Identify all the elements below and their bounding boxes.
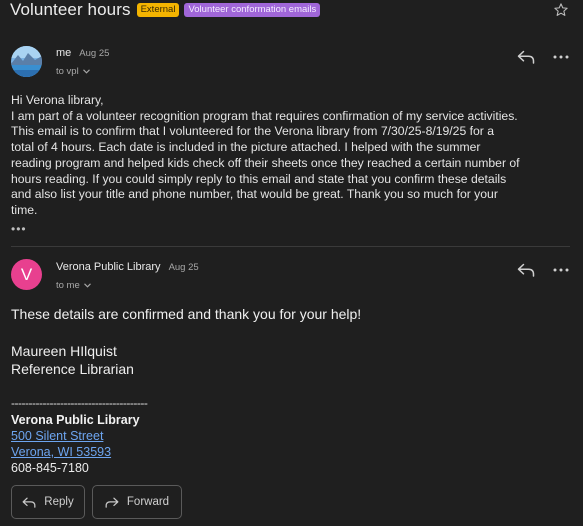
sender-name: me (56, 47, 72, 59)
avatar[interactable] (11, 46, 42, 77)
signature-organization: Verona Public Library (11, 413, 140, 427)
chevron-down-icon (84, 283, 92, 288)
signature-title: Reference Librarian (11, 361, 134, 377)
message-divider (11, 246, 570, 247)
message-body: Hi Verona library, I am part of a volunt… (11, 93, 576, 219)
email-subject: Volunteer hours (10, 0, 131, 19)
message-date: Aug 25 (168, 262, 199, 273)
signature-name: Maureen HIlquist (11, 343, 117, 359)
recipients-toggle[interactable]: to me (56, 280, 92, 291)
signature-divider: --------------------------------------- (11, 396, 148, 410)
label-chip[interactable]: Volunteer conformation emails (184, 3, 321, 17)
greeting: Hi Verona library, (11, 93, 104, 107)
body-line: and also list your title and phone numbe… (11, 187, 498, 202)
recipients-toggle[interactable]: to vpl (56, 66, 91, 77)
reply-icon (22, 497, 36, 508)
chevron-down-icon (83, 69, 91, 74)
body-line: hours reading. If you could simply reply… (11, 171, 507, 186)
star-icon[interactable] (553, 2, 569, 18)
body-line: reading program and helped kids check of… (11, 155, 520, 170)
avatar[interactable]: V (11, 259, 42, 290)
forward-icon (105, 497, 119, 508)
recipients-text: to vpl (56, 66, 79, 77)
forward-button[interactable]: Forward (92, 485, 182, 519)
address-street-link[interactable]: 500 Silent Street (11, 428, 103, 444)
body-line: time. (11, 202, 38, 217)
body-line: This email is to confirm that I voluntee… (11, 124, 495, 139)
sender-line: Verona Public Library Aug 25 (56, 261, 199, 273)
reply-icon[interactable] (517, 50, 535, 64)
sender-line: me Aug 25 (56, 47, 109, 59)
sender-name: Verona Public Library (56, 261, 161, 273)
body-line: I am part of a volunteer recognition pro… (11, 108, 518, 123)
show-trimmed-content[interactable]: ••• (11, 223, 27, 235)
more-icon[interactable] (552, 50, 570, 64)
forward-label: Forward (126, 496, 170, 508)
body-line: total of 4 hours. Each date is included … (11, 140, 481, 155)
reply-button[interactable]: Reply (11, 485, 85, 519)
avatar-image (11, 46, 42, 77)
more-icon[interactable] (552, 263, 570, 277)
reply-label: Reply (44, 496, 74, 508)
signature-phone: 608-845-7180 (11, 461, 89, 475)
external-badge: External (136, 3, 180, 17)
address-city-link[interactable]: Verona, WI 53593 (11, 444, 111, 460)
recipients-text: to me (56, 280, 80, 291)
message-date: Aug 25 (79, 48, 110, 59)
reply-body: These details are confirmed and thank yo… (11, 306, 362, 322)
reply-icon[interactable] (517, 263, 535, 277)
email-header: Volunteer hours External Volunteer confo… (10, 0, 583, 20)
